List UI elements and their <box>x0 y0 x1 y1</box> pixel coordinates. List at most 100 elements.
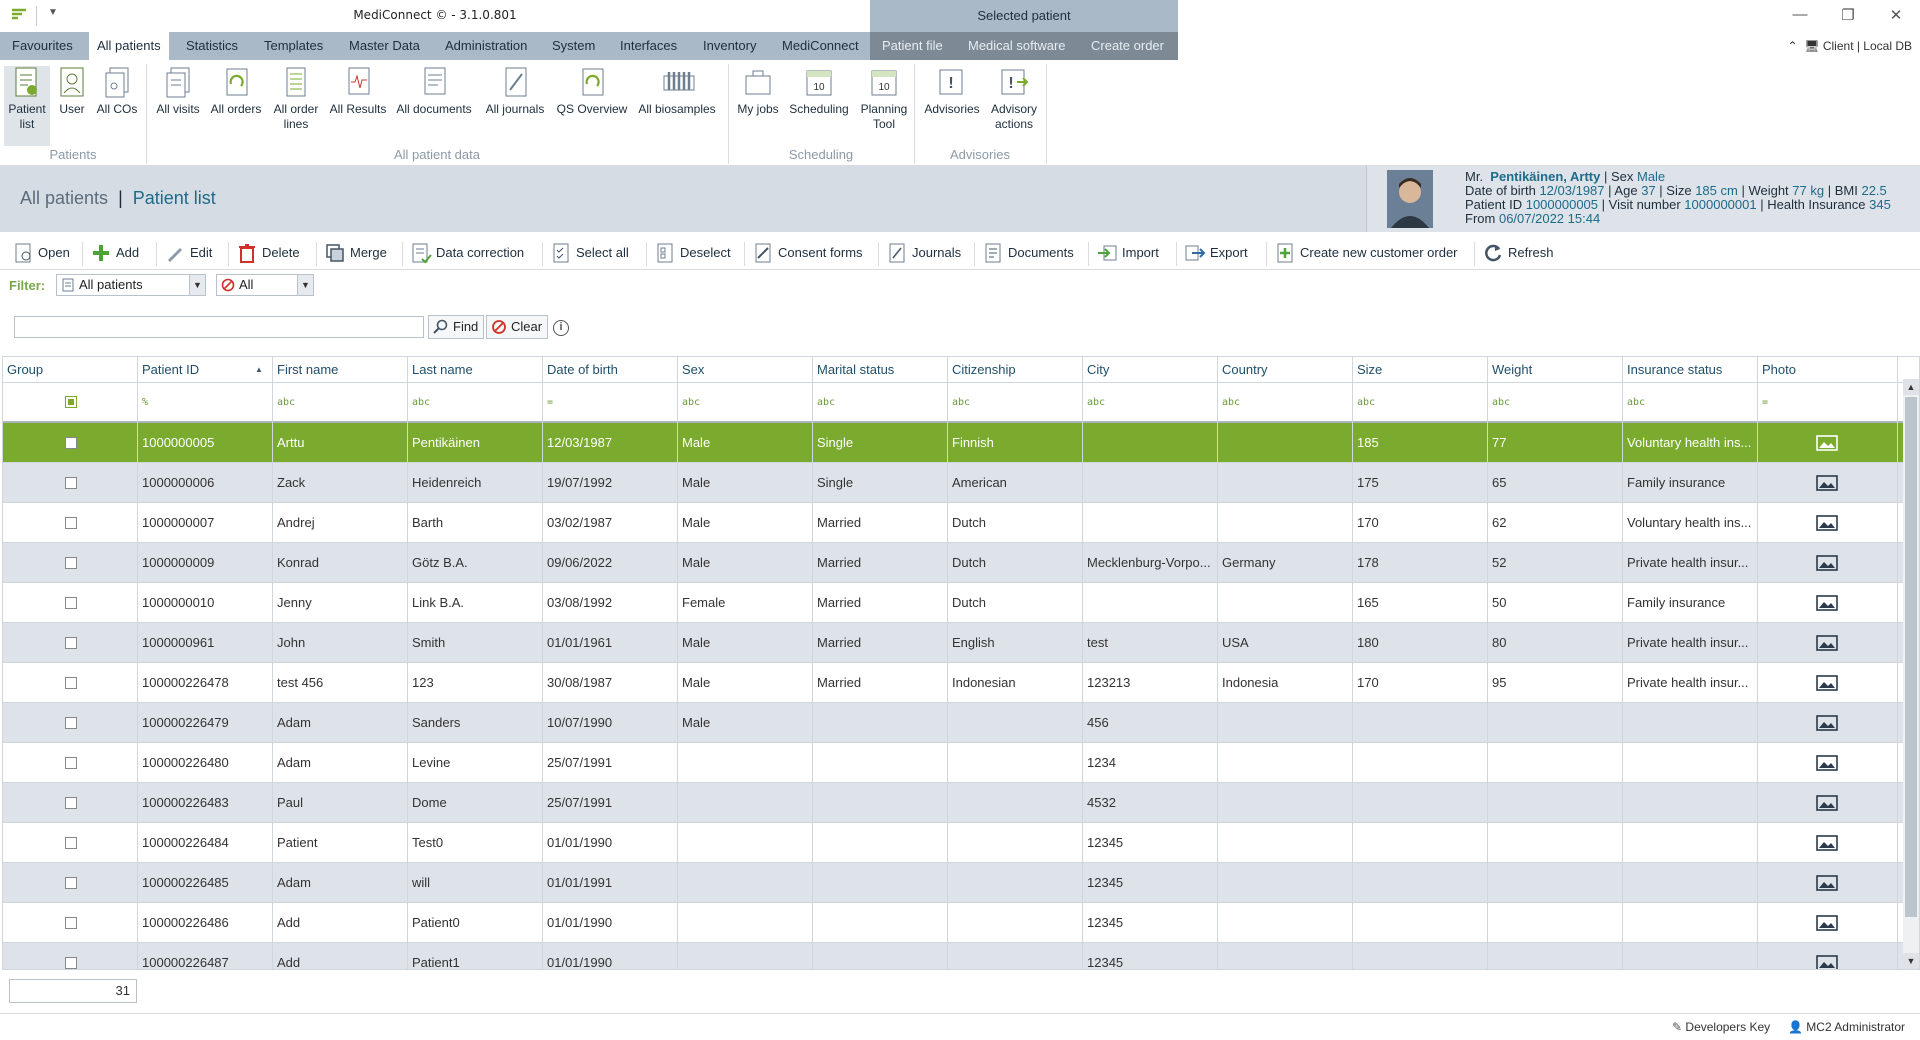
all-biosamples-button[interactable]: All biosamples <box>634 66 720 117</box>
tab-favourites[interactable]: Favourites <box>4 32 81 60</box>
select-all-checkbox[interactable] <box>65 396 77 408</box>
table-row[interactable]: 100000226485 Adam will 01/01/1991 12345 <box>3 863 1903 903</box>
column-header[interactable]: Citizenship <box>948 357 1083 383</box>
open-button[interactable]: Open <box>12 240 70 266</box>
tab-master-data[interactable]: Master Data <box>341 32 428 60</box>
tab-all-patients[interactable]: All patients <box>89 32 169 60</box>
column-filter-cell[interactable]: = <box>543 383 678 423</box>
photo-cell[interactable] <box>1758 583 1898 623</box>
tab-administration[interactable]: Administration <box>437 32 535 60</box>
column-header[interactable]: Insurance status <box>1623 357 1758 383</box>
column-filter-cell[interactable]: abc <box>948 383 1083 423</box>
row-checkbox[interactable] <box>65 717 77 729</box>
all-documents-button[interactable]: All documents <box>392 66 476 117</box>
table-row[interactable]: 1000000006 Zack Heidenreich 19/07/1992 Male S… <box>3 463 1903 503</box>
row-checkbox[interactable] <box>65 957 77 969</box>
add-button[interactable]: Add <box>90 240 139 266</box>
tab-create-order[interactable]: Create order <box>1083 32 1172 60</box>
table-row[interactable]: 100000226483 Paul Dome 25/07/1991 4532 <box>3 783 1903 823</box>
row-checkbox[interactable] <box>65 597 77 609</box>
column-filter-cell[interactable]: abc <box>1488 383 1623 423</box>
row-checkbox[interactable] <box>65 557 77 569</box>
all-results-button[interactable]: All Results <box>327 66 389 117</box>
photo-cell[interactable] <box>1758 823 1898 863</box>
tab-templates[interactable]: Templates <box>256 32 331 60</box>
column-filter-cell[interactable] <box>3 383 138 423</box>
table-row[interactable]: 100000226479 Adam Sanders 10/07/1990 Male 456 <box>3 703 1903 743</box>
column-header[interactable]: Weight <box>1488 357 1623 383</box>
user-button[interactable]: User <box>54 66 90 117</box>
photo-cell[interactable] <box>1758 623 1898 663</box>
column-header[interactable]: Sex <box>678 357 813 383</box>
column-filter-cell[interactable]: abc <box>678 383 813 423</box>
consent-forms-button[interactable]: Consent forms <box>752 240 863 266</box>
tab-interfaces[interactable]: Interfaces <box>612 32 685 60</box>
scroll-down-icon[interactable]: ▼ <box>1903 953 1919 969</box>
column-filter-cell[interactable]: = <box>1758 383 1898 423</box>
status-filter-dropdown[interactable]: All ▼ <box>216 274 314 296</box>
column-header[interactable]: Size <box>1353 357 1488 383</box>
column-header[interactable]: Patient ID <box>138 357 273 383</box>
table-row[interactable]: 1000000010 Jenny Link B.A. 03/08/1992 Female… <box>3 583 1903 623</box>
import-button[interactable]: Import <box>1096 240 1159 266</box>
photo-cell[interactable] <box>1758 463 1898 503</box>
column-header[interactable]: City <box>1083 357 1218 383</box>
row-checkbox[interactable] <box>65 477 77 489</box>
edit-button[interactable]: Edit <box>164 240 212 266</box>
table-row[interactable]: 100000226484 Patient Test0 01/01/1990 12345 <box>3 823 1903 863</box>
row-checkbox[interactable] <box>65 757 77 769</box>
column-header[interactable]: Last name <box>408 357 543 383</box>
row-checkbox[interactable] <box>65 637 77 649</box>
scheduling-button[interactable]: 10 Scheduling <box>785 66 853 117</box>
search-input[interactable] <box>14 316 424 338</box>
all-journals-button[interactable]: All journals <box>480 66 550 117</box>
advisory-actions-button[interactable]: ! Advisory actions <box>986 66 1042 132</box>
photo-cell[interactable] <box>1758 543 1898 583</box>
tab-inventory[interactable]: Inventory <box>695 32 764 60</box>
photo-cell[interactable] <box>1758 783 1898 823</box>
column-filter-cell[interactable]: abc <box>1353 383 1488 423</box>
tab-medical-software[interactable]: Medical software <box>960 32 1074 60</box>
restore-icon[interactable]: ❐ <box>1836 6 1860 24</box>
row-checkbox[interactable] <box>65 437 77 449</box>
column-header[interactable]: Date of birth <box>543 357 678 383</box>
journals-button[interactable]: Journals <box>886 240 961 266</box>
photo-cell[interactable] <box>1758 423 1898 463</box>
tab-patient-file[interactable]: Patient file <box>874 32 951 60</box>
photo-cell[interactable] <box>1758 503 1898 543</box>
table-row[interactable]: 100000226487 Add Patient1 01/01/1990 12345 <box>3 943 1903 969</box>
photo-cell[interactable] <box>1758 703 1898 743</box>
row-checkbox[interactable] <box>65 917 77 929</box>
delete-button[interactable]: Delete <box>236 240 300 266</box>
chevron-down-icon[interactable]: ▼ <box>297 275 313 295</box>
all-visits-button[interactable]: All visits <box>152 66 204 117</box>
export-button[interactable]: Export <box>1184 240 1248 266</box>
column-header[interactable]: Group <box>3 357 138 383</box>
data-correction-button[interactable]: Data correction <box>410 240 524 266</box>
documents-button[interactable]: Documents <box>982 240 1074 266</box>
photo-cell[interactable] <box>1758 663 1898 703</box>
photo-cell[interactable] <box>1758 743 1898 783</box>
all-cos-button[interactable]: All COs <box>94 66 140 117</box>
all-orders-button[interactable]: All orders <box>207 66 265 117</box>
table-row[interactable]: 1000000007 Andrej Barth 03/02/1987 Male Marri… <box>3 503 1903 543</box>
table-row[interactable]: 100000226478 test 456 123 30/08/1987 Male Mar… <box>3 663 1903 703</box>
close-icon[interactable]: ✕ <box>1884 6 1908 24</box>
merge-button[interactable]: Merge <box>324 240 387 266</box>
select-all-button[interactable]: Select all <box>550 240 629 266</box>
column-header[interactable]: First name <box>273 357 408 383</box>
column-header[interactable]: Country <box>1218 357 1353 383</box>
tab-mediconnect[interactable]: MediConnect <box>774 32 867 60</box>
tab-statistics[interactable]: Statistics <box>178 32 246 60</box>
developers-key-status[interactable]: ✎ Developers Key <box>1672 1020 1770 1034</box>
table-row[interactable]: 100000226480 Adam Levine 25/07/1991 1234 <box>3 743 1903 783</box>
row-checkbox[interactable] <box>65 877 77 889</box>
tab-system[interactable]: System <box>544 32 603 60</box>
column-filter-cell[interactable]: abc <box>408 383 543 423</box>
row-checkbox[interactable] <box>65 797 77 809</box>
column-filter-cell[interactable]: abc <box>1218 383 1353 423</box>
column-filter-cell[interactable]: abc <box>1623 383 1758 423</box>
clear-button[interactable]: Clear <box>486 315 549 339</box>
deselect-button[interactable]: Deselect <box>654 240 731 266</box>
user-status[interactable]: 👤 MC2 Administrator <box>1788 1020 1905 1034</box>
